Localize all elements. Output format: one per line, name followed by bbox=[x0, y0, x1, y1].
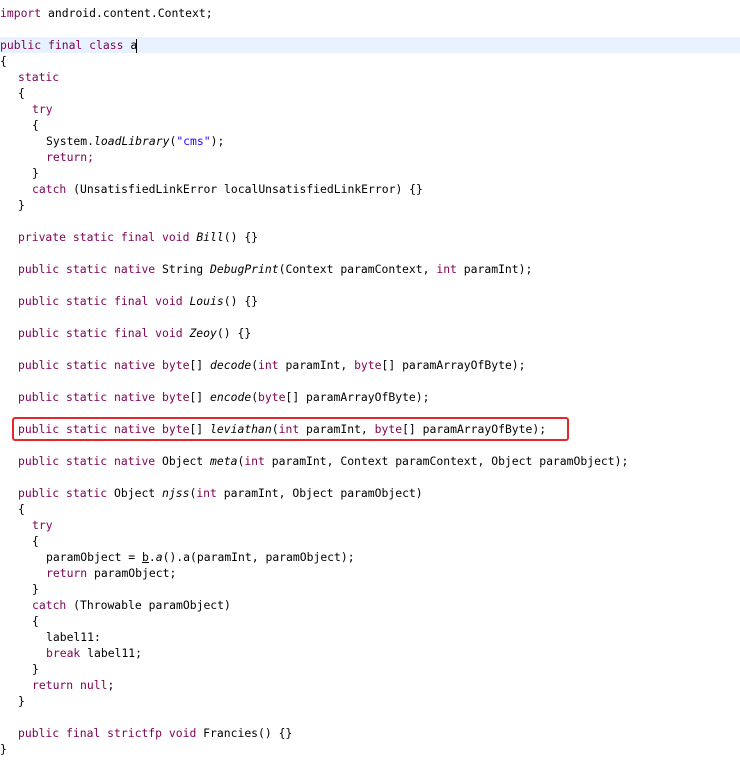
code-line: return null; bbox=[32, 678, 115, 692]
code-line: { bbox=[18, 502, 25, 516]
keyword: public final class bbox=[0, 38, 124, 52]
code-line: System.loadLibrary("cms"); bbox=[46, 134, 225, 148]
code-line: } bbox=[32, 582, 39, 596]
code-line: break label11; bbox=[46, 646, 143, 660]
code-line: import android.content.Context; bbox=[0, 6, 213, 20]
code-editor[interactable]: import android.content.Context; public f… bbox=[0, 0, 740, 772]
code-line: private static final void Bill() {} bbox=[18, 230, 259, 244]
method-name: njss bbox=[162, 486, 190, 500]
code-line: public static final void Zeoy() {} bbox=[18, 326, 252, 340]
code-line: return paramObject; bbox=[46, 566, 177, 580]
code-line: { bbox=[32, 614, 39, 628]
method-name: decode bbox=[210, 358, 252, 372]
code-line: public static Object njss(int paramInt, … bbox=[18, 486, 423, 500]
code-line: public static native byte[] encode(byte[… bbox=[18, 390, 430, 404]
code-line: } bbox=[18, 198, 25, 212]
method-name: Zeoy bbox=[189, 326, 217, 340]
code-line: public final strictfp void Francies() {} bbox=[18, 726, 293, 740]
code-line: paramObject = b.a().a(paramInt, paramObj… bbox=[46, 550, 355, 564]
code-line: } bbox=[32, 166, 39, 180]
code-line: return; bbox=[46, 150, 95, 164]
code-line: try bbox=[32, 518, 53, 532]
keyword: import bbox=[0, 6, 42, 20]
text-cursor bbox=[136, 38, 138, 53]
underlined-identifier: b bbox=[142, 550, 149, 564]
method-name: Louis bbox=[189, 294, 224, 308]
code-line: public static native byte[] decode(int p… bbox=[18, 358, 526, 372]
code-line-current[interactable]: public final class a bbox=[0, 37, 740, 53]
method-name: a bbox=[155, 550, 163, 564]
code-line: public static native Object meta(int par… bbox=[18, 454, 629, 468]
code-line: } bbox=[18, 694, 25, 708]
code-line: public static native String DebugPrint(C… bbox=[18, 262, 533, 276]
code-line: catch (Throwable paramObject) bbox=[32, 598, 231, 612]
method-name: loadLibrary bbox=[94, 134, 170, 148]
code-line: catch (UnsatisfiedLinkError localUnsatis… bbox=[32, 182, 423, 196]
method-name: Bill bbox=[196, 230, 224, 244]
code-line: { bbox=[32, 118, 39, 132]
code-line: { bbox=[18, 86, 25, 100]
code-line: } bbox=[32, 662, 39, 676]
method-name: DebugPrint bbox=[210, 262, 279, 276]
method-name: encode bbox=[210, 390, 252, 404]
string-literal: "cms" bbox=[176, 134, 211, 148]
method-name: meta bbox=[210, 454, 238, 468]
code-line: static bbox=[18, 70, 60, 84]
code-line: label11: bbox=[46, 630, 101, 644]
code-line: { bbox=[32, 534, 39, 548]
code-line: try bbox=[32, 102, 53, 116]
code-line: public static final void Louis() {} bbox=[18, 294, 259, 308]
code-line: } bbox=[0, 742, 7, 756]
highlight-annotation-box bbox=[12, 417, 569, 441]
code-line: { bbox=[0, 54, 7, 68]
